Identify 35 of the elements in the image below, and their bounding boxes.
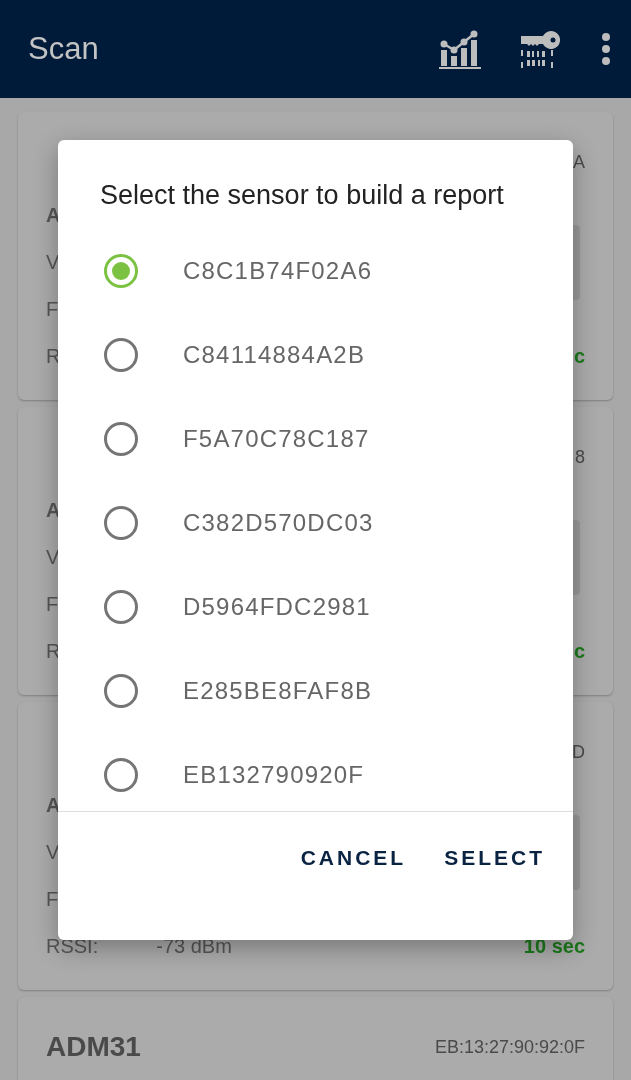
- dialog-button[interactable]: SELECT: [438, 833, 551, 882]
- radio-button[interactable]: [103, 421, 139, 457]
- radio-button[interactable]: [103, 757, 139, 793]
- option-label[interactable]: F5A70C78C187: [183, 421, 370, 457]
- last-seen-time: c: [573, 639, 585, 664]
- option-label[interactable]: EB132790920F: [183, 757, 365, 793]
- option-label[interactable]: D5964FDC2981: [183, 589, 371, 625]
- mac-address: D: [572, 740, 585, 764]
- more-options-icon[interactable]: [601, 33, 611, 65]
- dialog-title: Select the sensor to build a report: [99, 179, 505, 212]
- radio-button[interactable]: [103, 589, 139, 625]
- option-label[interactable]: C84114884A2B: [183, 337, 366, 373]
- mac-address: EB:13:27:90:92:0F: [434, 1035, 585, 1059]
- option-label[interactable]: C382D570DC03: [183, 505, 374, 541]
- field-label: F: [46, 297, 59, 322]
- chart-icon[interactable]: [439, 28, 481, 70]
- radio-button[interactable]: [103, 505, 139, 541]
- field-label: V: [46, 545, 60, 570]
- dialog-button[interactable]: CANCEL: [294, 833, 413, 882]
- radio-button[interactable]: [103, 253, 139, 289]
- mac-address: 8: [575, 445, 585, 469]
- sensor-card[interactable]: ADM31 EB:13:27:90:92:0F: [18, 997, 613, 1080]
- screen-title: Scan: [28, 29, 100, 68]
- radio-button[interactable]: [103, 673, 139, 709]
- sensor-name: ADM31: [46, 1030, 141, 1064]
- mac-address: A: [573, 150, 585, 174]
- radio-button[interactable]: [103, 337, 139, 373]
- field-label: V: [46, 840, 60, 865]
- option-label[interactable]: E285BE8FAF8B: [183, 673, 373, 709]
- last-seen-time: c: [573, 344, 585, 369]
- field-label: F: [46, 887, 59, 912]
- option-label[interactable]: C8C1B74F02A6: [183, 253, 373, 289]
- key-barcode-icon[interactable]: [519, 28, 563, 70]
- field-label: V: [46, 250, 60, 275]
- field-label: F: [46, 592, 59, 617]
